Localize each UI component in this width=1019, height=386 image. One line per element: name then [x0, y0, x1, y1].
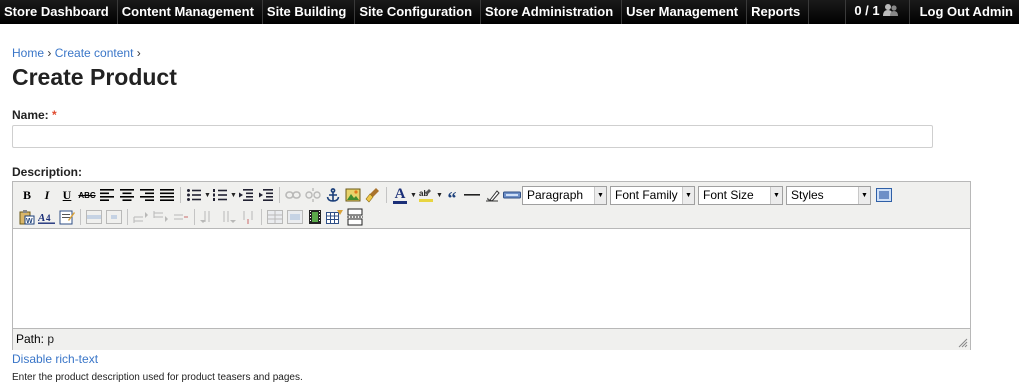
- insert-row-before-icon[interactable]: [131, 207, 151, 227]
- chevron-down-icon: ▼: [770, 186, 782, 204]
- spellcheck-icon[interactable]: A4: [37, 207, 57, 227]
- table-row-props-icon[interactable]: [84, 207, 104, 227]
- delete-row-icon[interactable]: [171, 207, 191, 227]
- styles-select[interactable]: Styles ▼: [786, 185, 871, 205]
- bold-icon[interactable]: B: [17, 185, 37, 205]
- font-family-select[interactable]: Font Family ▼: [610, 185, 695, 205]
- merge-cells-icon[interactable]: [285, 207, 305, 227]
- menu-store-administration[interactable]: Store Administration: [481, 0, 623, 24]
- link-icon[interactable]: [283, 185, 303, 205]
- name-label: Name: *: [12, 108, 57, 122]
- toolbar-row-1: B I U ABC ▼ ▼ A ▼ ab ▼ “ Paragraph ▼ Fon…: [17, 182, 894, 208]
- text-color-icon[interactable]: A: [390, 185, 410, 205]
- toolbar-separator: [261, 209, 262, 225]
- name-input[interactable]: [12, 125, 933, 148]
- insert-col-after-icon[interactable]: [218, 207, 238, 227]
- image-icon[interactable]: [343, 185, 363, 205]
- blockquote-icon[interactable]: “: [442, 182, 462, 208]
- cleanup-icon[interactable]: [363, 185, 383, 205]
- toolbar-row-2: W A4: [17, 206, 365, 228]
- numbered-list-icon[interactable]: [210, 185, 230, 205]
- insert-row-after-icon[interactable]: [151, 207, 171, 227]
- visual-aid-icon[interactable]: [502, 185, 522, 205]
- align-center-icon[interactable]: [117, 185, 137, 205]
- menu-reports[interactable]: Reports: [747, 0, 810, 24]
- toolbar-separator: [80, 209, 81, 225]
- required-marker: *: [52, 108, 57, 122]
- editor-content-area[interactable]: [13, 229, 970, 328]
- insert-col-before-icon[interactable]: [198, 207, 218, 227]
- paste-word-icon[interactable]: W: [17, 207, 37, 227]
- table-icon[interactable]: [325, 207, 345, 227]
- editor-statusbar: Path: p: [13, 328, 970, 350]
- user-count-text: 0 / 1: [854, 3, 880, 18]
- menu-user-management[interactable]: User Management: [622, 0, 748, 24]
- chevron-down-icon: ▼: [682, 186, 694, 204]
- font-size-select-value: Font Size: [703, 187, 754, 202]
- breadcrumb-home[interactable]: Home: [12, 46, 44, 60]
- italic-icon[interactable]: I: [37, 185, 57, 205]
- edit-html-icon[interactable]: [57, 207, 77, 227]
- page-break-icon[interactable]: [345, 207, 365, 227]
- menu-site-configuration[interactable]: Site Configuration: [355, 0, 482, 24]
- toolbar-separator: [180, 187, 181, 203]
- menu-store-dashboard[interactable]: Store Dashboard: [0, 0, 118, 24]
- path-value[interactable]: p: [47, 332, 54, 346]
- align-justify-icon[interactable]: [157, 185, 177, 205]
- delete-col-icon[interactable]: [238, 207, 258, 227]
- toolbar-separator: [279, 187, 280, 203]
- editor-toolbar: B I U ABC ▼ ▼ A ▼ ab ▼ “ Paragraph ▼ Fon…: [13, 182, 970, 229]
- admin-menu-bar: Store Dashboard Content Management Site …: [0, 0, 1019, 24]
- format-select[interactable]: Paragraph ▼: [522, 185, 607, 205]
- anchor-icon[interactable]: [323, 185, 343, 205]
- menu-site-building[interactable]: Site Building: [263, 0, 356, 24]
- toolbar-separator: [127, 209, 128, 225]
- table-cell-props-icon[interactable]: [104, 207, 124, 227]
- path-label: Path:: [16, 332, 45, 346]
- toolbar-separator: [194, 209, 195, 225]
- disable-rich-text-link[interactable]: Disable rich-text: [12, 352, 98, 366]
- admin-menu: Store Dashboard Content Management Site …: [0, 0, 810, 24]
- chevron-down-icon: ▼: [594, 186, 606, 204]
- description-help-text: Enter the product description used for p…: [12, 372, 303, 383]
- page-title: Create Product: [12, 64, 177, 90]
- menu-content-management[interactable]: Content Management: [118, 0, 263, 24]
- outdent-icon[interactable]: [236, 185, 256, 205]
- rich-text-editor: B I U ABC ▼ ▼ A ▼ ab ▼ “ Paragraph ▼ Fon…: [12, 181, 971, 350]
- bullet-list-icon[interactable]: [184, 185, 204, 205]
- align-right-icon[interactable]: [137, 185, 157, 205]
- highlight-color-icon[interactable]: ab: [416, 185, 436, 205]
- chevron-down-icon: ▼: [858, 186, 870, 204]
- resize-handle-icon[interactable]: [958, 338, 968, 348]
- font-size-select[interactable]: Font Size ▼: [698, 185, 783, 205]
- user-count[interactable]: 0 / 1: [845, 0, 908, 24]
- split-cells-icon[interactable]: [265, 207, 285, 227]
- horizontal-rule-icon[interactable]: [462, 185, 482, 205]
- users-icon: [882, 3, 899, 17]
- format-select-value: Paragraph: [527, 187, 584, 202]
- svg-text:W: W: [26, 218, 33, 225]
- fullscreen-icon[interactable]: [874, 185, 894, 205]
- breadcrumb-separator: ›: [47, 46, 52, 60]
- strikethrough-icon[interactable]: ABC: [77, 185, 97, 205]
- breadcrumb: Home › Create content ›: [12, 46, 141, 60]
- svg-text:4: 4: [46, 213, 51, 223]
- styles-select-value: Styles: [791, 187, 824, 202]
- align-left-icon[interactable]: [97, 185, 117, 205]
- indent-icon[interactable]: [256, 185, 276, 205]
- logout-link[interactable]: Log Out Admin: [908, 0, 1019, 24]
- breadcrumb-separator: ›: [136, 46, 141, 60]
- description-label: Description:: [12, 165, 83, 179]
- toolbar-separator: [386, 187, 387, 203]
- breadcrumb-create-content[interactable]: Create content: [55, 46, 134, 60]
- name-label-text: Name:: [12, 108, 49, 122]
- remove-format-icon[interactable]: [482, 185, 502, 205]
- media-icon[interactable]: [305, 207, 325, 227]
- svg-text:A: A: [38, 212, 45, 224]
- font-family-select-value: Font Family: [615, 187, 678, 202]
- unlink-icon[interactable]: [303, 185, 323, 205]
- underline-icon[interactable]: U: [57, 185, 77, 205]
